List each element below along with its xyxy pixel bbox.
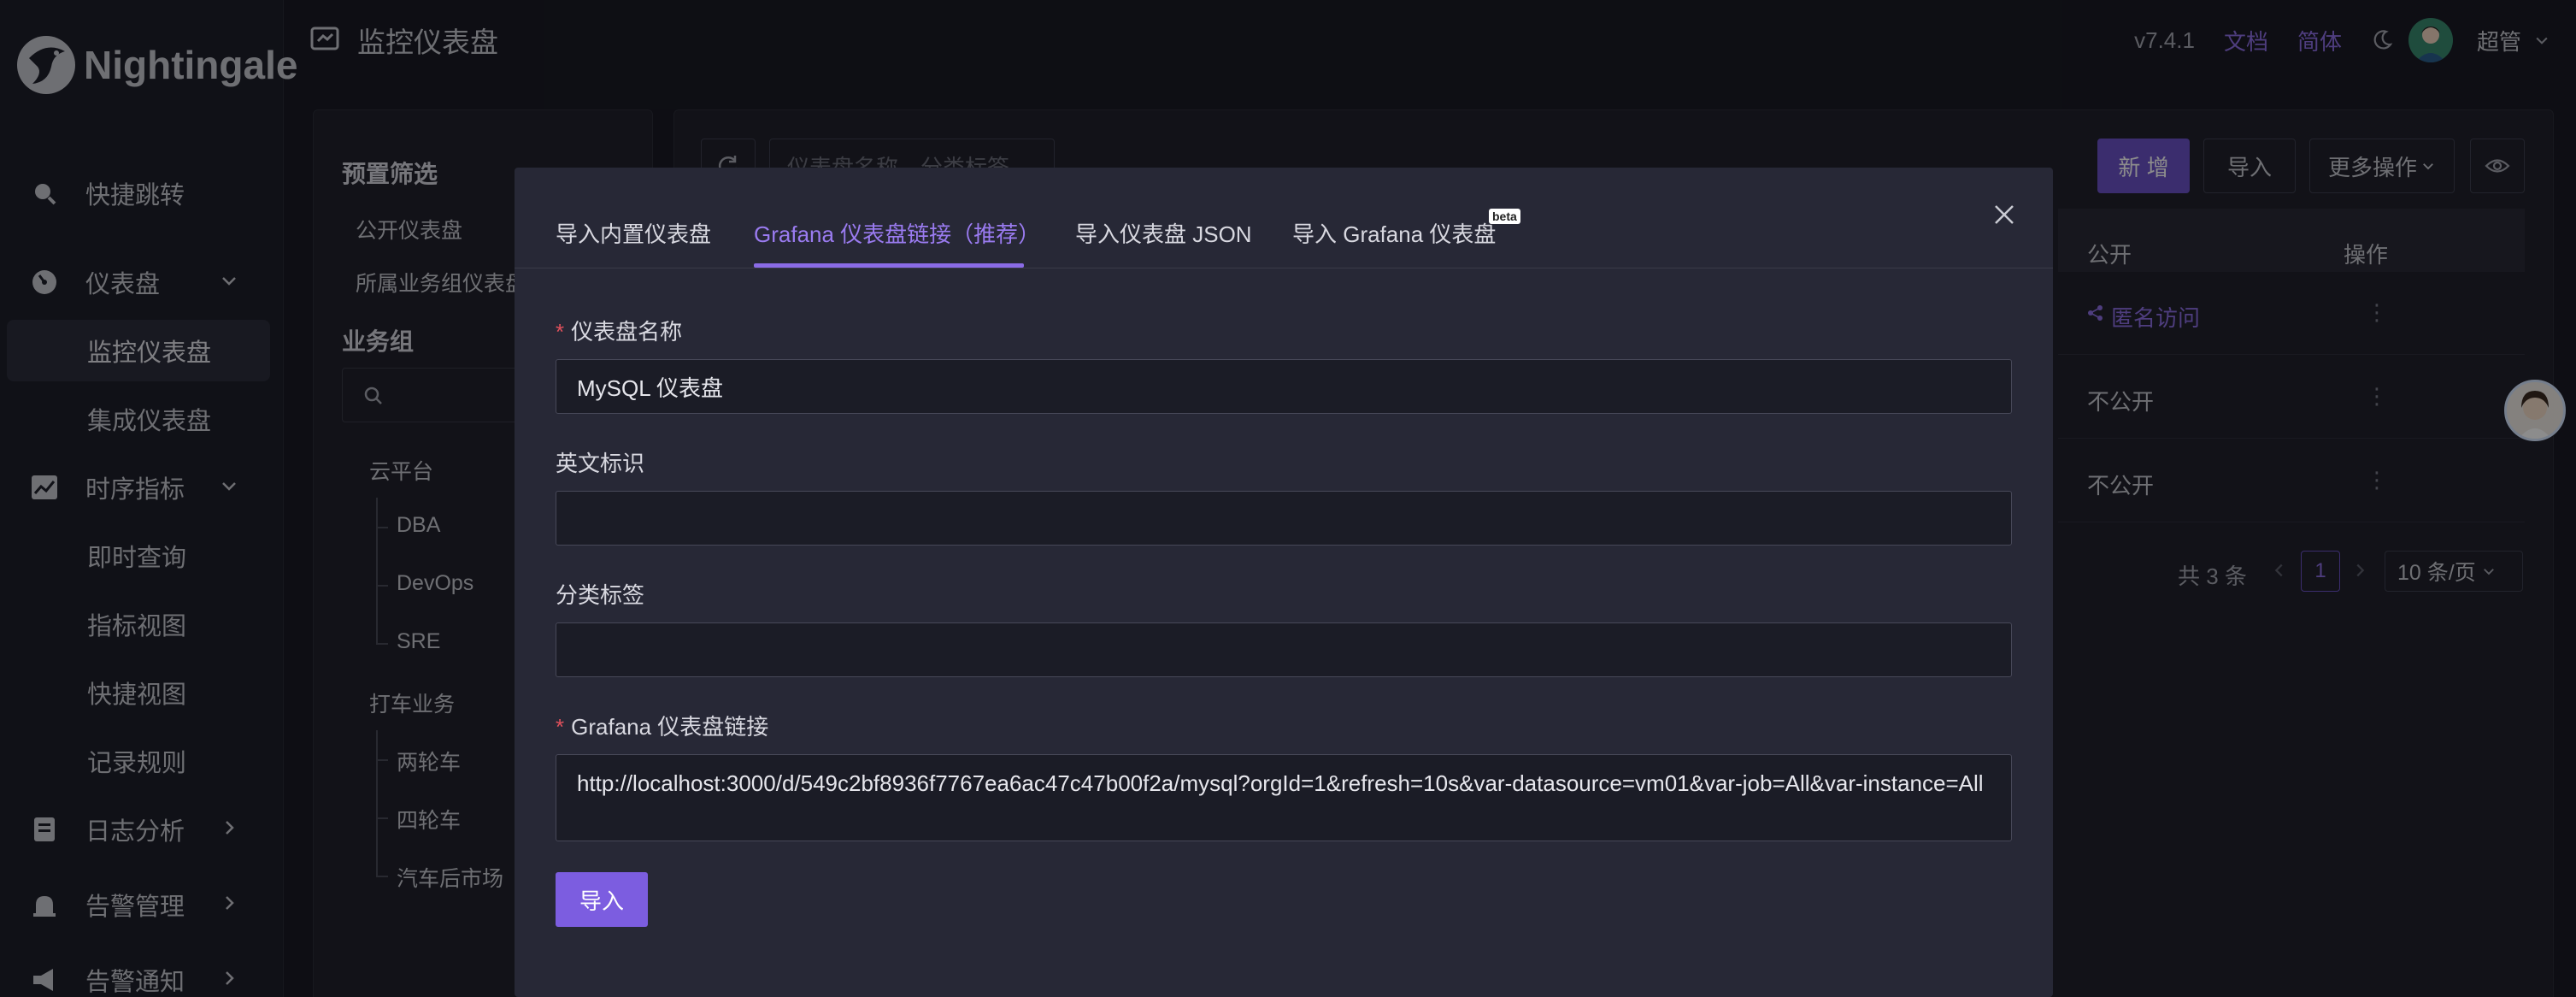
close-icon[interactable]: [1991, 202, 2017, 227]
required-mark: *: [556, 714, 565, 740]
import-submit-button[interactable]: 导入: [556, 872, 648, 927]
tab-grafana-link[interactable]: Grafana 仪表盘链接（推荐）: [754, 217, 1040, 249]
dashboard-name-input[interactable]: MySQL 仪表盘: [556, 359, 2012, 414]
tab-builtin-dashboard[interactable]: 导入内置仪表盘: [556, 217, 711, 249]
tags-input[interactable]: [556, 622, 2012, 677]
ident-label: 英文标识: [556, 451, 645, 476]
dashboard-name-label: * 仪表盘名称: [556, 315, 682, 346]
grafana-url-textarea[interactable]: http://localhost:3000/d/549c2bf8936f7767…: [556, 754, 2012, 841]
tab-dashboard-json[interactable]: 导入仪表盘 JSON: [1075, 217, 1252, 249]
ident-input[interactable]: [556, 491, 2012, 546]
beta-badge: beta: [1489, 209, 1520, 224]
grafana-url-label: * Grafana 仪表盘链接: [556, 710, 768, 741]
tab-grafana-dashboard[interactable]: 导入 Grafana 仪表盘: [1292, 217, 1496, 249]
tags-label: 分类标签: [556, 582, 645, 608]
grafana-url-label-text: Grafana 仪表盘链接: [571, 714, 769, 740]
dashboard-name-label-text: 仪表盘名称: [571, 319, 683, 345]
required-mark: *: [556, 319, 565, 345]
active-tab-indicator: [754, 263, 1024, 268]
import-dashboard-modal: 导入内置仪表盘 Grafana 仪表盘链接（推荐） 导入仪表盘 JSON 导入 …: [515, 168, 2053, 997]
modal-tabs: 导入内置仪表盘 Grafana 仪表盘链接（推荐） 导入仪表盘 JSON 导入 …: [515, 168, 2053, 268]
